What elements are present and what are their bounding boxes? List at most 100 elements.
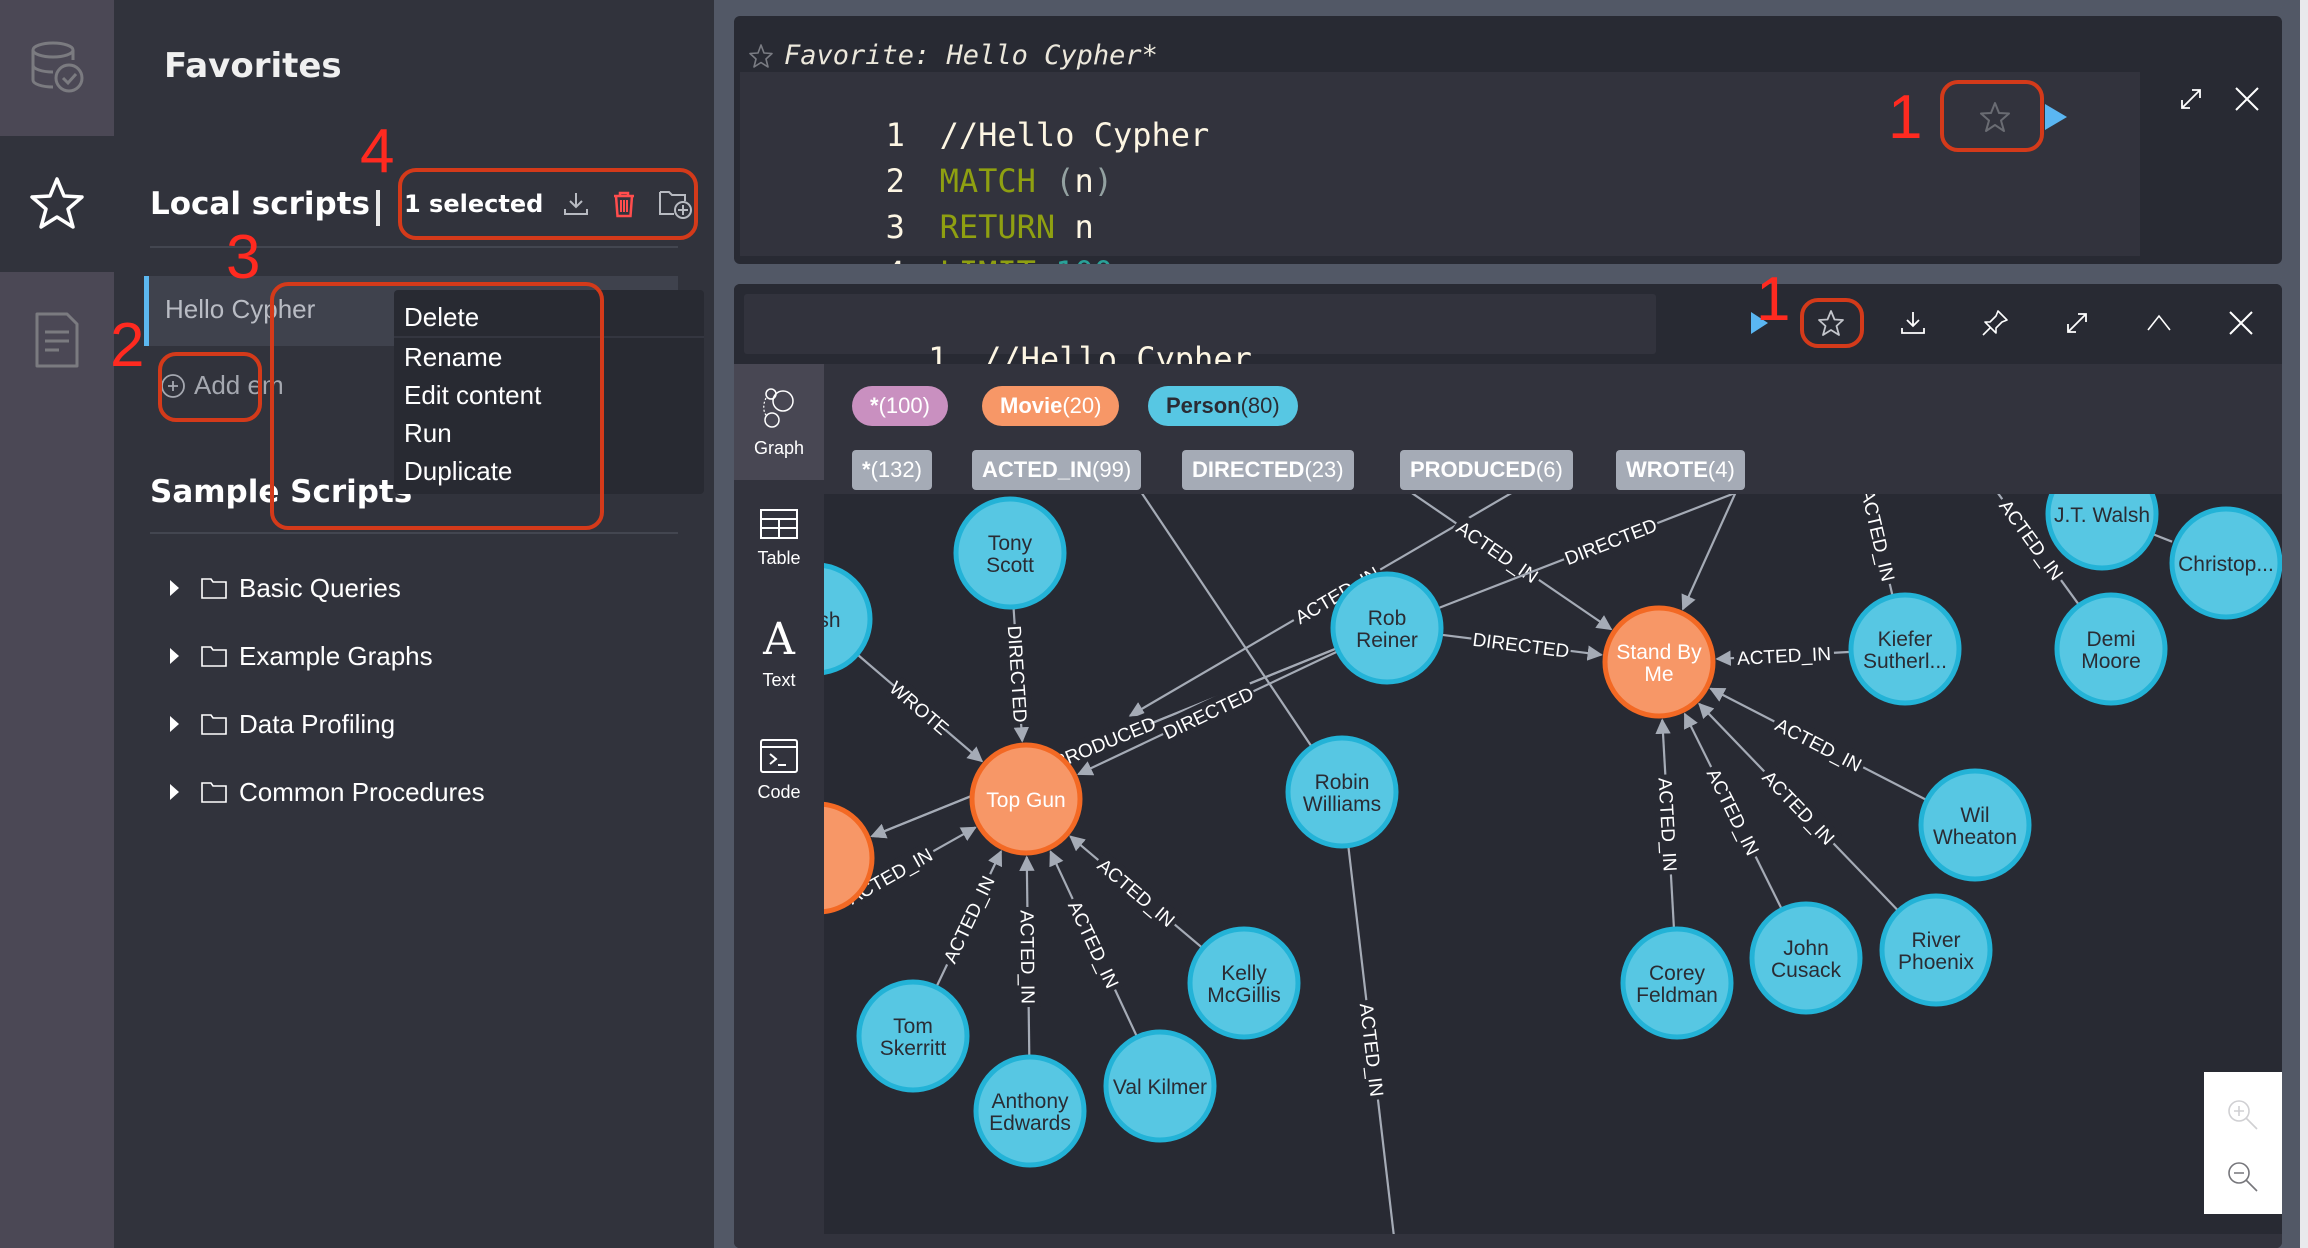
zoom-out-button[interactable] bbox=[2218, 1152, 2268, 1202]
pill-count: (23) bbox=[1304, 457, 1344, 482]
pill-label: DIRECTED bbox=[1192, 457, 1305, 482]
trash-icon[interactable] bbox=[609, 189, 639, 219]
folder-basic-queries[interactable]: Basic Queries bbox=[170, 554, 485, 622]
pill-count: (80) bbox=[1240, 393, 1280, 418]
node-label: Scott bbox=[986, 554, 1034, 577]
collapse-button[interactable] bbox=[2134, 298, 2184, 348]
graph-canvas[interactable]: ACTED_IN ACTED_IN DIRECTED ACTED_IN ACTED_IN… bbox=[824, 494, 2282, 1234]
star-outline-icon[interactable] bbox=[748, 43, 774, 69]
legend-rel-directed[interactable]: DIRECTED (23) bbox=[1182, 450, 1354, 490]
edge-label: ACTED_IN bbox=[1093, 855, 1178, 932]
close-icon bbox=[2235, 87, 2259, 111]
menu-item-run[interactable]: Run bbox=[404, 418, 452, 449]
node-label: J.T. Walsh bbox=[2054, 504, 2150, 527]
export-button[interactable] bbox=[1888, 298, 1938, 348]
legend-rel-acted-in[interactable]: ACTED_IN (99) bbox=[972, 450, 1142, 490]
legend-node-person[interactable]: Person (80) bbox=[1148, 386, 1298, 426]
rail-favorites[interactable] bbox=[0, 136, 114, 272]
save-favorite-button[interactable] bbox=[1970, 92, 2020, 142]
folder-common-procedures[interactable]: Common Procedures bbox=[170, 758, 485, 826]
code-editor[interactable]: 1//Hello Cypher 2MATCH (n) 3RETURN n 4LI… bbox=[740, 72, 2140, 264]
legend-node-movie[interactable]: Movie (20) bbox=[982, 386, 1120, 426]
legend-rel-wrote[interactable]: WROTE (4) bbox=[1616, 450, 1745, 490]
script-name: Hello Cypher bbox=[165, 294, 316, 324]
add-empty-label: Add em bbox=[194, 370, 284, 400]
add-empty-favorite-button[interactable]: Add em bbox=[160, 370, 284, 401]
rail-database[interactable] bbox=[0, 0, 114, 136]
legend-node-all[interactable]: * (100) bbox=[852, 386, 948, 426]
result-frame: 1//Hello Cypher Graph Table A Text Code … bbox=[734, 284, 2282, 1248]
pill-count: (6) bbox=[1535, 457, 1563, 482]
table-icon bbox=[760, 508, 798, 539]
folder-data-profiling[interactable]: Data Profiling bbox=[170, 690, 485, 758]
favorites-drawer: Favorites Local scripts 1 selected Hello… bbox=[114, 0, 714, 1248]
annotation-number: 2 bbox=[110, 311, 145, 380]
menu-item-edit-content[interactable]: Edit content bbox=[404, 380, 541, 411]
node-label: Wheaton bbox=[1933, 826, 2017, 849]
tab-text[interactable]: A Text bbox=[734, 596, 824, 712]
result-query[interactable]: 1//Hello Cypher bbox=[744, 294, 1656, 378]
node-label: Me bbox=[1644, 663, 1673, 686]
node-label: Phoenix bbox=[1898, 951, 1974, 974]
node-label: Wil bbox=[1960, 804, 1989, 827]
rail-documents[interactable] bbox=[0, 272, 114, 408]
favorite-button[interactable] bbox=[1806, 298, 1856, 348]
close-editor-button[interactable] bbox=[2222, 74, 2272, 124]
folder-label: Data Profiling bbox=[239, 708, 396, 739]
database-check-icon bbox=[31, 41, 84, 93]
code-number: 100 bbox=[1055, 254, 1113, 264]
node-label: John bbox=[1783, 937, 1829, 960]
folder-example-graphs[interactable]: Example Graphs bbox=[170, 622, 485, 690]
zoom-in-button[interactable] bbox=[2218, 1090, 2268, 1140]
editor-frame: Favorite: Hello Cypher* 1//Hello Cypher … bbox=[734, 16, 2282, 264]
node-label: Anthony bbox=[991, 1090, 1069, 1113]
close-result-button[interactable] bbox=[2216, 298, 2266, 348]
folder-label: Basic Queries bbox=[239, 572, 401, 603]
code-keyword: LIMIT bbox=[940, 254, 1036, 264]
fullscreen-button[interactable] bbox=[2166, 74, 2216, 124]
node-label: Christop... bbox=[2178, 553, 2274, 576]
tab-label: Graph bbox=[753, 437, 805, 458]
tab-graph[interactable]: Graph bbox=[734, 364, 824, 480]
menu-item-delete[interactable]: Delete bbox=[404, 302, 479, 333]
local-scripts-heading: Local scripts bbox=[150, 186, 370, 222]
sample-folder-tree: Basic Queries Example Graphs Data Profil… bbox=[170, 554, 485, 826]
node-label: Rob bbox=[1368, 607, 1407, 630]
tab-table[interactable]: Table bbox=[734, 480, 824, 596]
node-label: Tom bbox=[893, 1015, 933, 1038]
star-icon bbox=[30, 177, 84, 229]
menu-item-duplicate[interactable]: Duplicate bbox=[404, 456, 512, 487]
caret-right-icon bbox=[170, 716, 179, 732]
download-icon[interactable] bbox=[561, 189, 591, 219]
legend-rel-produced[interactable]: PRODUCED (6) bbox=[1400, 450, 1573, 490]
pill-count: (4) bbox=[1707, 457, 1735, 482]
pin-button[interactable] bbox=[1970, 298, 2020, 348]
node-label: Moore bbox=[2081, 650, 2141, 673]
node-label: Reiner bbox=[1356, 629, 1418, 652]
folder-icon bbox=[201, 646, 227, 667]
legend-rel-all[interactable]: * (132) bbox=[852, 450, 932, 490]
expand-icon bbox=[2181, 89, 2201, 109]
node-label: Skerritt bbox=[880, 1037, 947, 1060]
menu-item-rename[interactable]: Rename bbox=[404, 342, 502, 373]
tab-code[interactable]: Code bbox=[734, 712, 824, 828]
annotation-number: 1 bbox=[1888, 83, 1923, 152]
heading-divider bbox=[376, 190, 380, 226]
icon-rail bbox=[0, 0, 114, 1248]
new-folder-icon[interactable] bbox=[657, 188, 693, 220]
node-label: Kiefer bbox=[1878, 628, 1933, 651]
run-query-button[interactable] bbox=[2030, 92, 2080, 142]
folder-icon bbox=[201, 782, 227, 803]
fullscreen-button[interactable] bbox=[2052, 298, 2102, 348]
sample-scripts-heading: Sample Scripts bbox=[150, 474, 413, 510]
code-paren: ) bbox=[1093, 162, 1113, 200]
pill-count: (99) bbox=[1092, 457, 1132, 482]
result-body: Graph Table A Text Code * (100) Movie (2… bbox=[734, 364, 2282, 1248]
node-label: Sutherl... bbox=[1863, 650, 1947, 673]
graph-icon bbox=[763, 387, 794, 428]
folder-label: Example Graphs bbox=[239, 640, 433, 671]
graph-svg[interactable]: ACTED_INACTED_IN DIRECTED ACTED_INACTED_IN… bbox=[824, 494, 2282, 1234]
play-icon bbox=[2045, 104, 2067, 130]
node-label: Cusack bbox=[1771, 959, 1842, 982]
